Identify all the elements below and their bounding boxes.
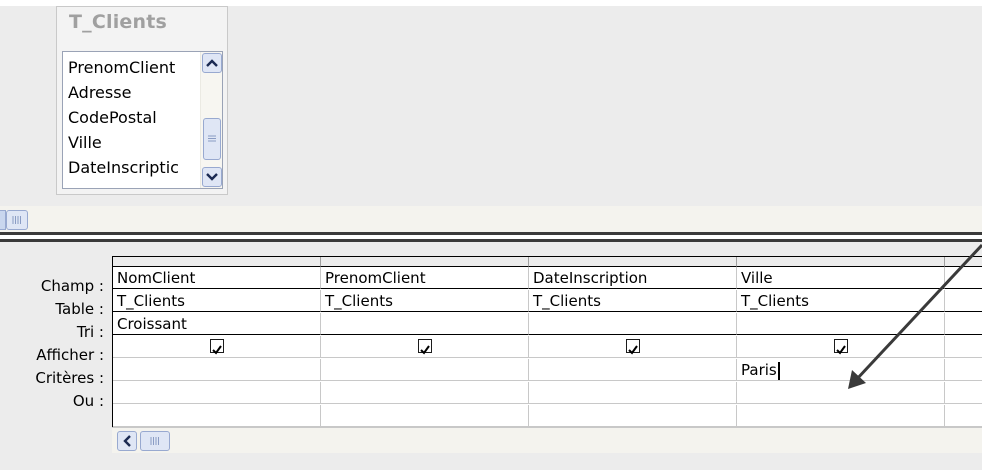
grid-horizontal-scrollbar[interactable] bbox=[112, 427, 982, 453]
cell-tri-4[interactable] bbox=[737, 313, 945, 335]
show-checkbox-4[interactable] bbox=[834, 339, 848, 355]
cell-table-5[interactable] bbox=[945, 290, 982, 312]
column-selector-2[interactable] bbox=[321, 257, 529, 267]
table-window-title[interactable]: T_Clients bbox=[69, 11, 167, 33]
cell-tri-3[interactable] bbox=[529, 313, 737, 335]
cell-ou-1[interactable] bbox=[113, 382, 321, 404]
scroll-up-button[interactable] bbox=[202, 53, 222, 73]
show-checkbox-1[interactable] bbox=[210, 339, 224, 355]
row-label-criteres: Critères : bbox=[35, 369, 104, 387]
grip-icon bbox=[208, 135, 216, 142]
upper-scroll-thumb[interactable] bbox=[6, 210, 28, 230]
cell-afficher-1 bbox=[113, 336, 321, 358]
checkmark-icon bbox=[628, 345, 638, 355]
field-item-adresse[interactable]: Adresse bbox=[68, 83, 196, 102]
cell-tri-2[interactable] bbox=[321, 313, 529, 335]
scroll-thumb[interactable] bbox=[203, 118, 221, 160]
cell-table-2[interactable]: T_Clients bbox=[321, 290, 529, 312]
cell-empty-2[interactable] bbox=[321, 405, 529, 427]
cell-ou-2[interactable] bbox=[321, 382, 529, 404]
cell-criteres-2[interactable] bbox=[321, 359, 529, 381]
row-label-ou: Ou : bbox=[72, 392, 104, 410]
cell-empty-5[interactable] bbox=[945, 405, 982, 427]
cell-table-3[interactable]: T_Clients bbox=[529, 290, 737, 312]
chevron-down-icon bbox=[206, 173, 218, 181]
field-item-prenomclient[interactable]: PrenomClient bbox=[68, 58, 196, 77]
query-design-grid: NomClient PrenomClient DateInscription V… bbox=[112, 256, 982, 439]
chevron-left-icon bbox=[123, 435, 131, 447]
cell-champ-4[interactable]: Ville bbox=[737, 267, 945, 289]
field-list-scrollbar[interactable] bbox=[200, 52, 222, 188]
column-selector-3[interactable] bbox=[529, 257, 737, 267]
checkmark-icon bbox=[420, 345, 430, 355]
table-design-pane: T_Clients PrenomClient Adresse CodePosta… bbox=[0, 0, 982, 232]
cell-afficher-5[interactable] bbox=[945, 336, 982, 358]
cell-table-1[interactable]: T_Clients bbox=[113, 290, 321, 312]
cell-ou-5[interactable] bbox=[945, 382, 982, 404]
cell-afficher-4 bbox=[737, 336, 945, 358]
cell-table-4[interactable]: T_Clients bbox=[737, 290, 945, 312]
grip-icon bbox=[150, 437, 159, 445]
checkmark-icon bbox=[212, 345, 222, 355]
query-grid-pane: Champ : Table : Tri : Afficher : Critère… bbox=[0, 242, 982, 470]
cell-tri-5[interactable] bbox=[945, 313, 982, 335]
cell-afficher-3 bbox=[529, 336, 737, 358]
criteria-text-ville: Paris bbox=[741, 361, 777, 379]
grid-scroll-thumb[interactable] bbox=[140, 431, 170, 451]
cell-afficher-2 bbox=[321, 336, 529, 358]
row-label-table: Table : bbox=[55, 300, 104, 318]
cell-criteres-5[interactable] bbox=[945, 359, 982, 381]
column-selector-1[interactable] bbox=[113, 257, 321, 267]
show-checkbox-2[interactable] bbox=[418, 339, 432, 355]
cell-champ-2[interactable]: PrenomClient bbox=[321, 267, 529, 289]
cell-tri-1[interactable]: Croissant bbox=[113, 313, 321, 335]
column-selector-5[interactable] bbox=[945, 257, 982, 267]
cell-ou-3[interactable] bbox=[529, 382, 737, 404]
show-checkbox-3[interactable] bbox=[626, 339, 640, 355]
cell-empty-1[interactable] bbox=[113, 405, 321, 427]
pane-splitter[interactable] bbox=[0, 232, 982, 242]
row-label-champ: Champ : bbox=[40, 277, 104, 295]
cell-empty-3[interactable] bbox=[529, 405, 737, 427]
field-item-ville[interactable]: Ville bbox=[68, 133, 196, 152]
cell-champ-3[interactable]: DateInscription bbox=[529, 267, 737, 289]
cell-criteres-4[interactable]: Paris bbox=[737, 359, 945, 381]
scroll-down-button[interactable] bbox=[202, 167, 222, 187]
text-caret bbox=[777, 361, 780, 380]
cell-ou-4[interactable] bbox=[737, 382, 945, 404]
cell-criteres-3[interactable] bbox=[529, 359, 737, 381]
cell-champ-1[interactable]: NomClient bbox=[113, 267, 321, 289]
cell-empty-4[interactable] bbox=[737, 405, 945, 427]
cell-champ-5[interactable] bbox=[945, 267, 982, 289]
checkmark-icon bbox=[836, 345, 846, 355]
column-selector-4[interactable] bbox=[737, 257, 945, 267]
field-item-codepostal[interactable]: CodePostal bbox=[68, 108, 196, 127]
scroll-left-button[interactable] bbox=[117, 431, 137, 451]
cell-criteres-1[interactable] bbox=[113, 359, 321, 381]
field-item-dateinscription[interactable]: DateInscriptic bbox=[68, 158, 196, 177]
table-field-list-window[interactable]: T_Clients PrenomClient Adresse CodePosta… bbox=[56, 6, 228, 195]
chevron-up-icon bbox=[206, 59, 218, 67]
row-label-afficher: Afficher : bbox=[36, 346, 104, 364]
field-list-box[interactable]: PrenomClient Adresse CodePostal Ville Da… bbox=[62, 51, 223, 189]
grip-icon bbox=[12, 216, 21, 224]
row-label-tri: Tri : bbox=[76, 323, 104, 341]
upper-horizontal-scrollbar[interactable] bbox=[0, 206, 982, 232]
